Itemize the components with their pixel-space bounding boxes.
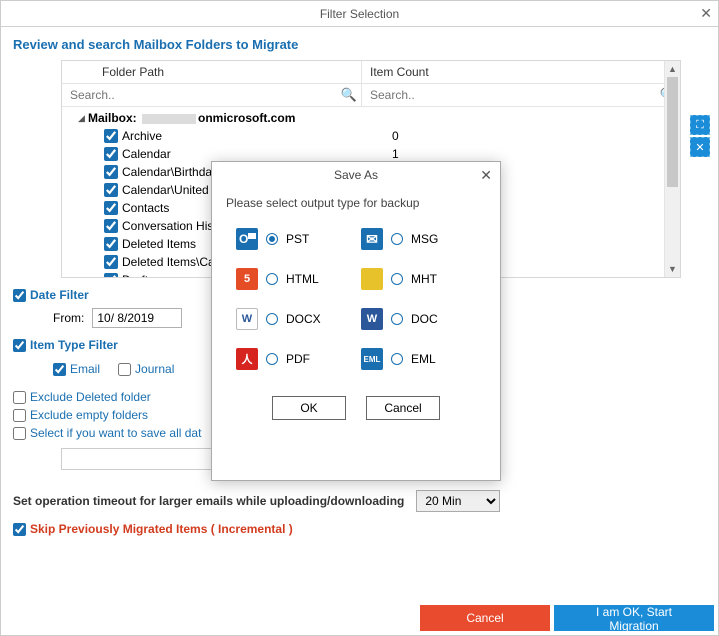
- output-option-docx[interactable]: DOCX: [236, 308, 351, 330]
- vertical-scrollbar[interactable]: ▲ ▼: [664, 61, 680, 277]
- output-option-mht[interactable]: MHT: [361, 268, 476, 290]
- scroll-thumb[interactable]: [667, 77, 678, 187]
- from-date-input[interactable]: [92, 308, 182, 328]
- collapse-icon[interactable]: ◢: [78, 113, 88, 124]
- output-option-pst[interactable]: PST: [236, 228, 351, 250]
- radio-button[interactable]: [391, 273, 403, 285]
- output-option-pdf[interactable]: 人 PDF: [236, 348, 351, 370]
- skip-migrated-cb[interactable]: [13, 523, 26, 536]
- mht-icon: [361, 268, 383, 290]
- type-cb[interactable]: [53, 363, 66, 376]
- save-all-cb[interactable]: [13, 427, 26, 440]
- folder-checkbox[interactable]: [104, 273, 118, 277]
- folder-row[interactable]: Archive 0: [62, 127, 680, 145]
- bottom-bar: Cancel I am OK, Start Migration: [1, 601, 718, 635]
- mailbox-row[interactable]: ◢ Mailbox: onmicrosoft.com: [62, 109, 680, 127]
- outlook-icon: [236, 228, 258, 250]
- radio-button[interactable]: [266, 353, 278, 365]
- radio-button[interactable]: [266, 233, 278, 245]
- search-count-box: 🔍: [362, 84, 680, 106]
- folder-checkbox[interactable]: [104, 201, 118, 215]
- clear-button[interactable]: ✕: [690, 137, 710, 157]
- folder-label: Calendar\Birthdays: [122, 165, 224, 179]
- type-email-checkbox[interactable]: Email: [53, 362, 100, 376]
- eml-icon: EML: [361, 348, 383, 370]
- exclude-deleted-cb[interactable]: [13, 391, 26, 404]
- folder-label: Calendar: [122, 147, 171, 161]
- start-migration-button[interactable]: I am OK, Start Migration: [554, 605, 714, 631]
- option-label: DOC: [411, 312, 438, 326]
- save-as-dialog: Save As ✕ Please select output type for …: [211, 161, 501, 481]
- folder-label: Contacts: [122, 201, 169, 215]
- option-label: EML: [411, 352, 436, 366]
- col-folder-path[interactable]: Folder Path: [62, 61, 362, 83]
- radio-button[interactable]: [391, 353, 403, 365]
- scroll-up-icon[interactable]: ▲: [665, 61, 680, 77]
- close-icon[interactable]: ✕: [700, 5, 712, 22]
- dialog-close-icon[interactable]: ✕: [480, 167, 492, 184]
- radio-button[interactable]: [391, 313, 403, 325]
- folder-checkbox[interactable]: [104, 237, 118, 251]
- from-label: From:: [53, 311, 84, 325]
- scroll-down-icon[interactable]: ▼: [665, 261, 680, 277]
- expand-all-button[interactable]: ⛶: [690, 115, 710, 135]
- output-option-html[interactable]: 5 HTML: [236, 268, 351, 290]
- folder-label: Archive: [122, 129, 162, 143]
- option-label: MSG: [411, 232, 438, 246]
- folder-label: Deleted Items\Ca: [122, 255, 215, 269]
- output-option-doc[interactable]: DOC: [361, 308, 476, 330]
- dialog-cancel-button[interactable]: Cancel: [366, 396, 440, 420]
- page-heading: Review and search Mailbox Folders to Mig…: [13, 37, 706, 52]
- msg-icon: [361, 228, 383, 250]
- option-label: HTML: [286, 272, 319, 286]
- skip-migrated-checkbox[interactable]: Skip Previously Migrated Items ( Increme…: [13, 522, 706, 536]
- folder-label: Drafts: [122, 273, 154, 277]
- folder-label: Calendar\United S: [122, 183, 220, 197]
- radio-button[interactable]: [266, 273, 278, 285]
- folder-label: Conversation Hist: [122, 219, 217, 233]
- folder-checkbox[interactable]: [104, 183, 118, 197]
- timeout-select[interactable]: 20 Min: [416, 490, 500, 512]
- option-label: MHT: [411, 272, 437, 286]
- folder-count: 1: [392, 147, 399, 161]
- window-titlebar: Filter Selection ✕: [1, 1, 718, 27]
- doc-icon: [361, 308, 383, 330]
- window-title: Filter Selection: [320, 7, 399, 21]
- search-icon[interactable]: 🔍: [341, 87, 357, 103]
- option-label: PST: [286, 232, 309, 246]
- folder-checkbox[interactable]: [104, 219, 118, 233]
- output-option-eml[interactable]: EML EML: [361, 348, 476, 370]
- cancel-button[interactable]: Cancel: [420, 605, 550, 631]
- item-type-cb[interactable]: [13, 339, 26, 352]
- type-cb[interactable]: [118, 363, 131, 376]
- type-journal-checkbox[interactable]: Journal: [118, 362, 174, 376]
- folder-checkbox[interactable]: [104, 165, 118, 179]
- folder-label: Deleted Items: [122, 237, 196, 251]
- dialog-title: Save As: [334, 168, 378, 182]
- date-filter-cb[interactable]: [13, 289, 26, 302]
- timeout-label: Set operation timeout for larger emails …: [13, 494, 404, 508]
- radio-button[interactable]: [391, 233, 403, 245]
- exclude-empty-cb[interactable]: [13, 409, 26, 422]
- output-option-msg[interactable]: MSG: [361, 228, 476, 250]
- folder-checkbox[interactable]: [104, 147, 118, 161]
- radio-button[interactable]: [266, 313, 278, 325]
- folder-count: 0: [392, 129, 399, 143]
- html-icon: 5: [236, 268, 258, 290]
- search-folder-input[interactable]: [62, 84, 361, 106]
- option-label: DOCX: [286, 312, 321, 326]
- docx-icon: [236, 308, 258, 330]
- option-label: PDF: [286, 352, 310, 366]
- col-item-count[interactable]: Item Count: [362, 61, 680, 83]
- search-count-input[interactable]: [362, 84, 680, 106]
- table-header: Folder Path Item Count: [62, 61, 680, 84]
- pdf-icon: 人: [236, 348, 258, 370]
- folder-checkbox[interactable]: [104, 129, 118, 143]
- dialog-ok-button[interactable]: OK: [272, 396, 346, 420]
- folder-checkbox[interactable]: [104, 255, 118, 269]
- dialog-text: Please select output type for backup: [212, 188, 500, 214]
- search-folder-box: 🔍: [62, 84, 362, 106]
